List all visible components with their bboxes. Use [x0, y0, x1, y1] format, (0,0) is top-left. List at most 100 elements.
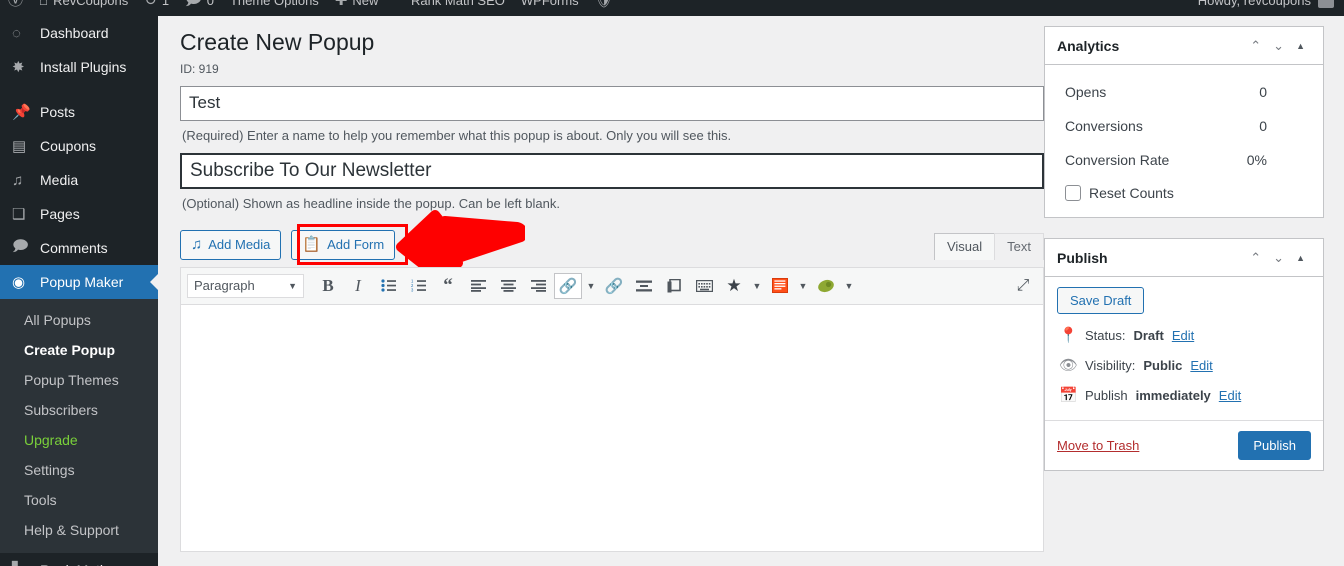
editor-main-column: Create New Popup ID: 919 (Required) Ente… — [180, 26, 1044, 552]
tab-text[interactable]: Text — [994, 232, 1044, 260]
popup-headline-help: (Optional) Shown as headline inside the … — [182, 195, 560, 211]
editor-media-buttons: ♫ Add Media 📋 Add Form Visual Text — [180, 209, 1044, 274]
adminbar-item-rank-math-seo[interactable]: ▘ Rank Math SEO — [386, 0, 512, 16]
adminbar-theme-options-label: Theme Options — [229, 0, 319, 8]
italic-icon[interactable]: I — [344, 273, 372, 299]
add-media-button[interactable]: ♫ Add Media — [180, 229, 282, 260]
sidebar-item-pages[interactable]: ❑ Pages — [0, 197, 158, 231]
save-draft-button[interactable]: Save Draft — [1057, 287, 1145, 314]
visibility-row: 👁 Visibility: Public Edit — [1057, 348, 1311, 378]
olive-plugin-icon[interactable] — [812, 273, 840, 299]
adminbar-item-updates[interactable]: ↻ 1 — [136, 0, 177, 16]
visibility-value: Public — [1143, 357, 1183, 373]
read-more-icon[interactable] — [660, 273, 688, 299]
adminbar-item-site-name[interactable]: ⌂ RevCoupons — [31, 0, 136, 16]
paragraph-format-select[interactable]: Paragraph ▼ — [187, 273, 304, 298]
reset-counts-row[interactable]: Reset Counts — [1057, 177, 1311, 205]
sidebar-item-label: Dashboard — [40, 25, 109, 41]
adminbar-rank-math-label: Rank Math SEO — [410, 0, 505, 8]
horizontal-rule-icon[interactable] — [630, 273, 658, 299]
edit-schedule-link[interactable]: Edit — [1219, 388, 1241, 403]
sidebar-subitem-help-support[interactable]: Help & Support — [0, 515, 158, 545]
sidebar-item-media[interactable]: ♫ Media — [0, 163, 158, 197]
sidebar-item-coupons[interactable]: ▤ Coupons — [0, 129, 158, 163]
popup-name-help: (Required) Enter a name to help you reme… — [182, 127, 732, 143]
page-title: Create New Popup — [180, 29, 375, 55]
publish-panel-title: Publish — [1057, 249, 1108, 266]
status-label: Status: — [1085, 327, 1126, 343]
blockquote-icon[interactable]: “ — [434, 273, 462, 299]
tab-visual[interactable]: Visual — [933, 232, 996, 260]
sidebar-subitem-subscribers[interactable]: Subscribers — [0, 395, 158, 425]
publish-button[interactable]: Publish — [1238, 431, 1311, 460]
sidebar-item-comments[interactable]: 🗩 Comments — [0, 231, 158, 265]
bullet-list-icon[interactable] — [374, 273, 402, 299]
numbered-list-icon[interactable]: 1 2 3 — [404, 273, 432, 299]
move-down-icon[interactable]: ⌄ — [1267, 38, 1290, 54]
form-builder-icon[interactable] — [766, 273, 794, 299]
edit-visibility-link[interactable]: Edit — [1190, 358, 1212, 373]
special-character-icon[interactable] — [690, 273, 718, 299]
sidebar-subitem-upgrade[interactable]: Upgrade — [0, 425, 158, 455]
move-up-icon[interactable]: ⌃ — [1244, 250, 1267, 266]
adminbar-item-new[interactable]: ✚ New — [327, 0, 387, 16]
toggle-panel-icon[interactable]: ▲ — [1290, 253, 1311, 263]
sidebar-subitem-settings[interactable]: Settings — [0, 455, 158, 485]
sidebar-subitem-popup-themes[interactable]: Popup Themes — [0, 365, 158, 395]
star-icon[interactable]: ★ — [720, 273, 748, 299]
olive-options-caret-icon[interactable]: ▼ — [842, 281, 856, 291]
insert-link-icon[interactable]: 🔗 — [554, 272, 582, 299]
adminbar-item-comments[interactable]: 🗩 0 — [177, 0, 222, 16]
unlink-icon[interactable]: 🔗 — [600, 273, 628, 299]
analytics-value: 0 — [1259, 84, 1267, 100]
align-right-icon[interactable] — [524, 273, 552, 299]
star-options-caret-icon[interactable]: ▼ — [750, 281, 764, 291]
sidebar-item-install-plugins[interactable]: ✸ Install Plugins — [0, 50, 158, 84]
popup-maker-icon: ◉ — [12, 274, 26, 291]
move-up-icon[interactable]: ⌃ — [1244, 38, 1267, 54]
align-left-icon[interactable] — [464, 273, 492, 299]
adminbar-item-theme-options[interactable]: Theme Options — [222, 0, 327, 16]
fullscreen-icon[interactable]: ⤢ — [1009, 273, 1037, 299]
analytics-panel: Analytics ⌃ ⌄ ▲ Opens 0 Conversions 0 Co… — [1044, 26, 1324, 218]
editor-content-area[interactable] — [180, 304, 1044, 552]
adminbar-item-shield[interactable]: 🛡 — [587, 0, 622, 16]
bold-icon[interactable]: B — [314, 273, 342, 299]
analytics-panel-header: Analytics ⌃ ⌄ ▲ — [1045, 27, 1323, 65]
analytics-panel-title: Analytics — [1057, 37, 1120, 54]
pages-icon: ❑ — [12, 206, 26, 223]
move-down-icon[interactable]: ⌄ — [1267, 250, 1290, 266]
sidebar-item-posts[interactable]: 📌 Posts — [0, 95, 158, 129]
gear-icon: ✸ — [12, 59, 25, 76]
sidebar-item-dashboard[interactable]: ◌ Dashboard — [0, 16, 158, 50]
edit-status-link[interactable]: Edit — [1172, 328, 1194, 343]
visibility-label: Visibility: — [1085, 357, 1136, 373]
adminbar-account[interactable]: Howdy, revcoupons — [1198, 0, 1344, 8]
sidebar-item-rank-math[interactable]: ▘▖ Rank Math — [0, 553, 158, 566]
sidebar-item-popup-maker[interactable]: ◉ Popup Maker — [0, 265, 158, 299]
submenu-label: Upgrade — [24, 432, 78, 448]
toggle-panel-icon[interactable]: ▲ — [1290, 41, 1311, 51]
adminbar-item-wpforms[interactable]: WPForms — [513, 0, 587, 16]
pin-marker-icon: 📍 — [1059, 327, 1078, 344]
add-form-button[interactable]: 📋 Add Form — [291, 229, 396, 260]
adminbar-item-wp-logo[interactable]: Ⓥ — [0, 0, 31, 16]
popup-name-input[interactable] — [180, 85, 1044, 121]
submenu-label: Settings — [24, 462, 75, 478]
reset-counts-checkbox[interactable] — [1065, 185, 1081, 201]
sidebar-subitem-all-popups[interactable]: All Popups — [0, 305, 158, 335]
paragraph-format-value: Paragraph — [194, 278, 255, 294]
align-center-icon[interactable] — [494, 273, 522, 299]
adminbar-howdy-label: Howdy, revcoupons — [1197, 0, 1311, 8]
form-options-caret-icon[interactable]: ▼ — [796, 281, 810, 291]
sidebar-item-label: Coupons — [40, 138, 97, 154]
sidebar-subitem-tools[interactable]: Tools — [0, 485, 158, 515]
sidebar-subitem-create-popup[interactable]: Create Popup — [0, 335, 158, 365]
content-editor: ♫ Add Media 📋 Add Form Visual Text Parag… — [180, 209, 1044, 552]
publish-panel: Publish ⌃ ⌄ ▲ Save Draft 📍 Status: Draft… — [1044, 238, 1324, 471]
popup-headline-input[interactable] — [180, 152, 1044, 189]
editor-toolbar: Paragraph ▼ B I 1 2 3 “ 🔗 ▼ 🔗 ★ ▼ ▼ ▼ ⤢ — [180, 266, 1044, 305]
link-options-caret-icon[interactable]: ▼ — [584, 281, 598, 291]
move-to-trash-link[interactable]: Move to Trash — [1057, 438, 1139, 453]
popup-maker-submenu: All Popups Create Popup Popup Themes Sub… — [0, 299, 158, 553]
